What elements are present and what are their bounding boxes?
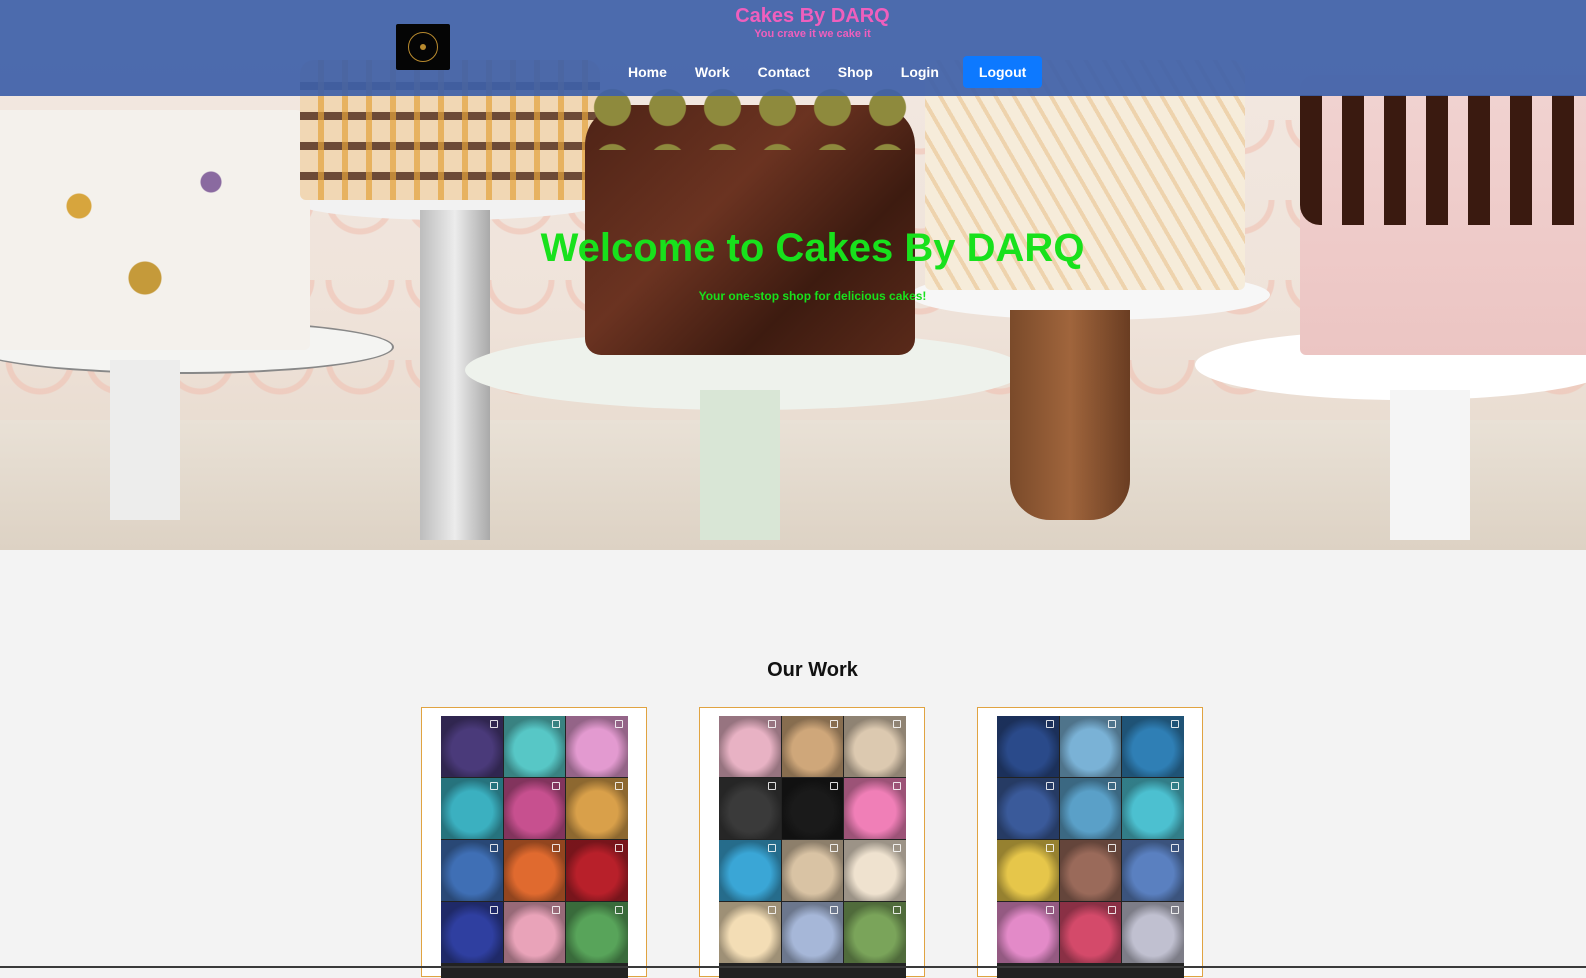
gallery-photo[interactable]	[1122, 716, 1184, 777]
gallery-photo[interactable]	[441, 716, 503, 777]
brand-tagline: You crave it we cake it	[754, 28, 871, 40]
nav-work-link[interactable]: Work	[681, 57, 744, 87]
cake-stand-stem	[1390, 390, 1470, 540]
gallery-photo[interactable]	[844, 716, 906, 777]
cake-stand-stem	[1010, 310, 1130, 520]
gallery-photo[interactable]	[719, 778, 781, 839]
gallery-photo[interactable]	[781, 902, 844, 963]
gallery-photo[interactable]	[1122, 840, 1184, 901]
nav-home-link[interactable]: Home	[614, 57, 681, 87]
gallery-grid	[719, 716, 906, 978]
brand-title: Cakes By DARQ	[735, 5, 890, 27]
gallery-photo[interactable]	[781, 716, 844, 777]
gallery-photo[interactable]	[781, 840, 844, 901]
section-title: Our Work	[767, 659, 858, 681]
gallery-photo[interactable]	[1122, 902, 1184, 963]
logout-button[interactable]: Logout	[962, 56, 1043, 88]
work-card[interactable]	[977, 707, 1203, 978]
gallery-photo[interactable]	[1059, 840, 1122, 901]
nav-shop-link[interactable]: Shop	[824, 57, 887, 87]
table-surface	[0, 420, 1586, 550]
gallery-grid	[441, 716, 628, 978]
cake-drip	[1300, 95, 1586, 225]
gallery-photo[interactable]	[566, 778, 628, 839]
gallery-photo[interactable]	[844, 778, 906, 839]
navbar: Cakes By DARQ You crave it we cake it Ho…	[0, 0, 1586, 96]
gallery-photo[interactable]	[441, 778, 503, 839]
gallery-photo[interactable]	[1059, 902, 1122, 963]
gallery-photo[interactable]	[997, 716, 1059, 777]
gallery-photo[interactable]	[441, 840, 503, 901]
gallery-photo[interactable]	[503, 902, 566, 963]
gallery-photo[interactable]	[1059, 716, 1122, 777]
gallery-photo[interactable]	[1122, 778, 1184, 839]
work-card[interactable]	[421, 707, 647, 978]
hero-title: Welcome to Cakes By DARQ	[540, 226, 1085, 270]
gallery-photo[interactable]	[719, 902, 781, 963]
gallery-photo[interactable]	[719, 840, 781, 901]
cake-stand-stem	[700, 390, 780, 540]
gallery-photo[interactable]	[441, 902, 503, 963]
gallery-photo[interactable]	[997, 840, 1059, 901]
cake-stand-stem	[110, 360, 180, 520]
nav-login-link[interactable]: Login	[887, 57, 953, 87]
gallery-photo[interactable]	[503, 778, 566, 839]
nav-contact-link[interactable]: Contact	[744, 57, 824, 87]
gallery-photo[interactable]	[844, 840, 906, 901]
gallery-photo[interactable]	[503, 840, 566, 901]
hero-subtitle: Your one-stop shop for delicious cakes!	[698, 289, 927, 303]
gallery-photo[interactable]	[781, 778, 844, 839]
work-card[interactable]	[699, 707, 925, 978]
gallery-photo[interactable]	[503, 716, 566, 777]
gallery-grid	[997, 716, 1184, 978]
gallery-photo[interactable]	[719, 716, 781, 777]
gallery-photo[interactable]	[844, 902, 906, 963]
nav-menu: Home Work Contact Shop Login Logout	[614, 56, 1043, 88]
gallery-photo[interactable]	[997, 778, 1059, 839]
gallery-photo[interactable]	[566, 716, 628, 777]
gallery-photo[interactable]	[566, 840, 628, 901]
gallery-photo[interactable]	[1059, 778, 1122, 839]
gallery-photo[interactable]	[566, 902, 628, 963]
gallery-photo[interactable]	[997, 902, 1059, 963]
